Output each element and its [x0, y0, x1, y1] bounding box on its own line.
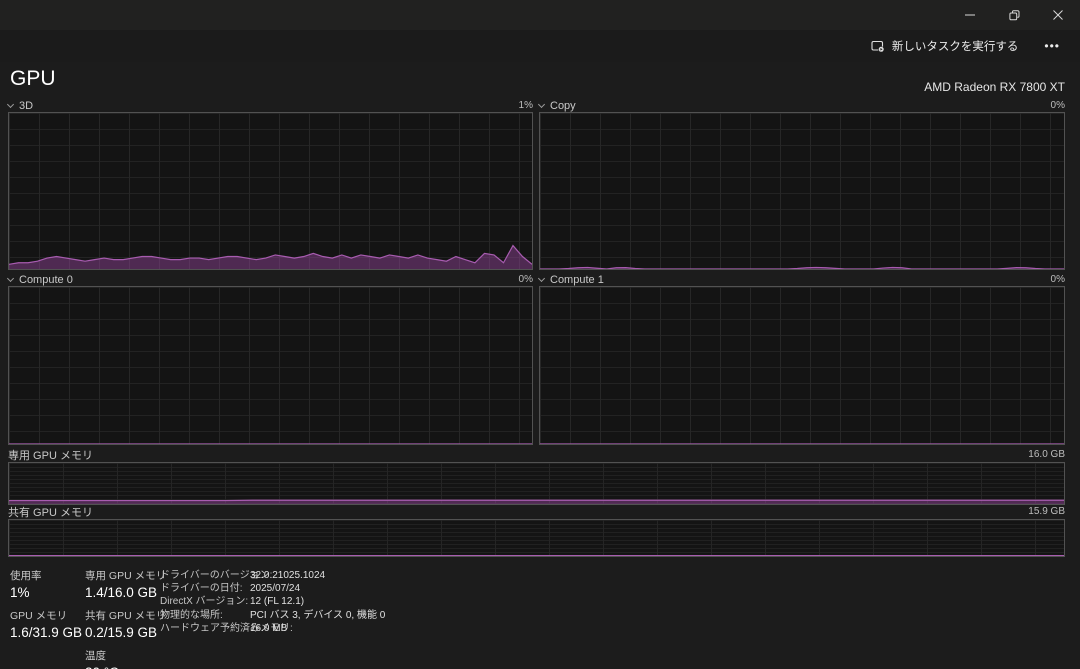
toolbar: 新しいタスクを実行する •••	[0, 30, 1080, 62]
chart-header-compute0[interactable]: Compute 0 0%	[8, 273, 533, 286]
chart-title-compute0: Compute 0	[19, 274, 73, 286]
run-new-task-icon	[871, 40, 885, 53]
chart-value-3d: 1%	[519, 100, 533, 111]
run-new-task-label: 新しいタスクを実行する	[892, 38, 1019, 54]
chart-header-compute1[interactable]: Compute 1 0%	[539, 273, 1065, 286]
chart-title-compute1: Compute 1	[550, 274, 604, 286]
minimize-button[interactable]	[948, 0, 992, 30]
chart-header-shared-memory: 共有 GPU メモリ 15.9 GB	[8, 505, 1065, 518]
chart-value-compute1: 0%	[1051, 274, 1065, 285]
more-options-button[interactable]: •••	[1034, 35, 1070, 57]
usage-value: 1%	[10, 585, 82, 600]
restore-icon	[1009, 10, 1020, 21]
chart-value-copy: 0%	[1051, 100, 1065, 111]
gpu-device-name: AMD Radeon RX 7800 XT	[924, 80, 1065, 94]
chart-compute1-canvas	[539, 286, 1065, 445]
chart-header-3d[interactable]: 3D 1%	[8, 99, 533, 112]
directx-version-value: 12 (FL 12.1)	[250, 595, 385, 608]
titlebar	[0, 0, 1080, 30]
chart-header-dedicated-memory: 専用 GPU メモリ 16.0 GB	[8, 448, 1065, 461]
temperature-value: 30 °C	[85, 665, 166, 669]
usage-label: 使用率	[10, 568, 82, 583]
close-button[interactable]	[1036, 0, 1080, 30]
chevron-down-icon	[538, 274, 545, 281]
caption-buttons	[948, 0, 1080, 30]
details-values: 32.0.21025.1024 2025/07/24 12 (FL 12.1) …	[250, 569, 385, 635]
run-new-task-button[interactable]: 新しいタスクを実行する	[863, 33, 1027, 59]
dedicated-memory-label: 専用 GPU メモリ	[85, 568, 166, 583]
chart-3d-canvas	[8, 112, 533, 270]
chevron-down-icon	[7, 100, 14, 107]
gpu-memory-value: 1.6/31.9 GB	[10, 625, 82, 640]
dedicated-memory-value: 1.4/16.0 GB	[85, 585, 166, 600]
maximize-button[interactable]	[992, 0, 1036, 30]
page-title: GPU	[10, 67, 56, 91]
physical-location-value: PCI バス 3, デバイス 0, 機能 0	[250, 609, 385, 622]
chart-value-compute0: 0%	[519, 274, 533, 285]
chart-title-3d: 3D	[19, 100, 33, 112]
chevron-down-icon	[538, 100, 545, 107]
chart-compute0-canvas	[8, 286, 533, 445]
stats-column-1: 使用率 1% GPU メモリ 1.6/31.9 GB	[10, 568, 82, 648]
driver-version-value: 32.0.21025.1024	[250, 569, 385, 582]
chevron-down-icon	[7, 274, 14, 281]
chart-title-dedicated-memory: 専用 GPU メモリ	[8, 447, 93, 463]
temperature-label: 温度	[85, 648, 166, 663]
chart-shared-memory-canvas	[8, 519, 1065, 557]
chart-title-copy: Copy	[550, 100, 576, 112]
hw-reserved-memory-value: 16.0 MB	[250, 622, 385, 635]
task-manager-window: 新しいタスクを実行する ••• GPU AMD Radeon RX 7800 X…	[0, 0, 1080, 669]
stats-column-2: 専用 GPU メモリ 1.4/16.0 GB 共有 GPU メモリ 0.2/15…	[85, 568, 166, 669]
gpu-memory-label: GPU メモリ	[10, 608, 82, 623]
chart-header-copy[interactable]: Copy 0%	[539, 99, 1065, 112]
chart-dedicated-memory-canvas	[8, 462, 1065, 505]
shared-memory-value: 0.2/15.9 GB	[85, 625, 166, 640]
minimize-icon	[965, 10, 975, 20]
close-icon	[1053, 10, 1063, 20]
chart-title-shared-memory: 共有 GPU メモリ	[8, 504, 93, 520]
chart-max-shared-memory: 15.9 GB	[1028, 506, 1065, 517]
chart-copy-canvas	[539, 112, 1065, 270]
shared-memory-label: 共有 GPU メモリ	[85, 608, 166, 623]
chart-max-dedicated-memory: 16.0 GB	[1028, 449, 1065, 460]
driver-date-value: 2025/07/24	[250, 582, 385, 595]
more-options-icon: •••	[1044, 39, 1060, 53]
